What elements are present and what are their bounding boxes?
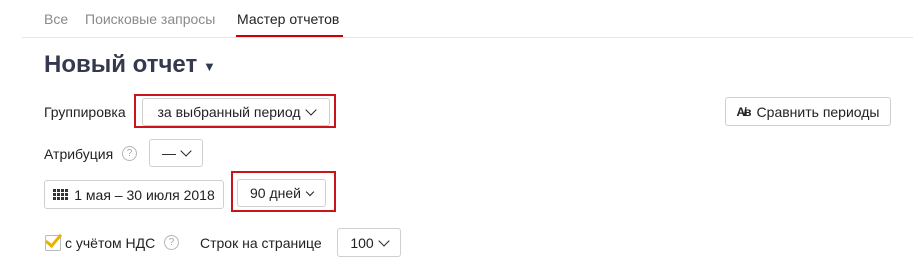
tab-all[interactable]: Все (44, 11, 68, 27)
date-range-picker[interactable]: 1 мая – 30 июля 2018 (44, 180, 224, 209)
help-icon[interactable]: ? (122, 146, 137, 161)
rows-per-page-value: 100 (350, 234, 374, 251)
chevron-down-icon (378, 234, 390, 247)
attribution-label: Атрибуция (44, 146, 114, 162)
period-select[interactable]: 90 дней (237, 179, 326, 207)
tab-divider (22, 37, 913, 38)
rows-per-page-label: Строк на странице (200, 235, 322, 251)
checkmark-icon (44, 229, 63, 249)
chevron-down-icon (305, 187, 315, 196)
vat-checkbox[interactable] (44, 229, 63, 251)
vat-label: с учётом НДС (65, 235, 156, 251)
attribution-value: — (162, 145, 176, 161)
tab-bar: Все Поисковые запросы Мастер отчетов (0, 0, 913, 38)
calendar-icon (53, 189, 69, 200)
chevron-down-icon (304, 104, 317, 116)
compare-periods-icon: A̸в (736, 104, 752, 119)
date-range-value: 1 мая – 30 июля 2018 (74, 186, 215, 203)
chevron-down-icon (180, 145, 192, 157)
compare-periods-button[interactable]: A̸в Сравнить периоды (725, 97, 891, 126)
tab-report-wizard[interactable]: Мастер отчетов (237, 11, 339, 27)
compare-periods-label: Сравнить периоды (756, 103, 880, 120)
grouping-select[interactable]: за выбранный период (142, 98, 330, 126)
attribution-select[interactable]: — (149, 139, 203, 167)
title-dropdown-icon[interactable]: ▼ (203, 59, 216, 74)
grouping-label: Группировка (44, 104, 126, 120)
tab-search-queries[interactable]: Поисковые запросы (85, 11, 215, 27)
period-value: 90 дней (250, 185, 301, 201)
page-title: Новый отчет (44, 51, 198, 78)
rows-per-page-select[interactable]: 100 (337, 228, 401, 257)
grouping-value: за выбранный период (157, 104, 301, 120)
help-icon[interactable]: ? (164, 235, 179, 250)
